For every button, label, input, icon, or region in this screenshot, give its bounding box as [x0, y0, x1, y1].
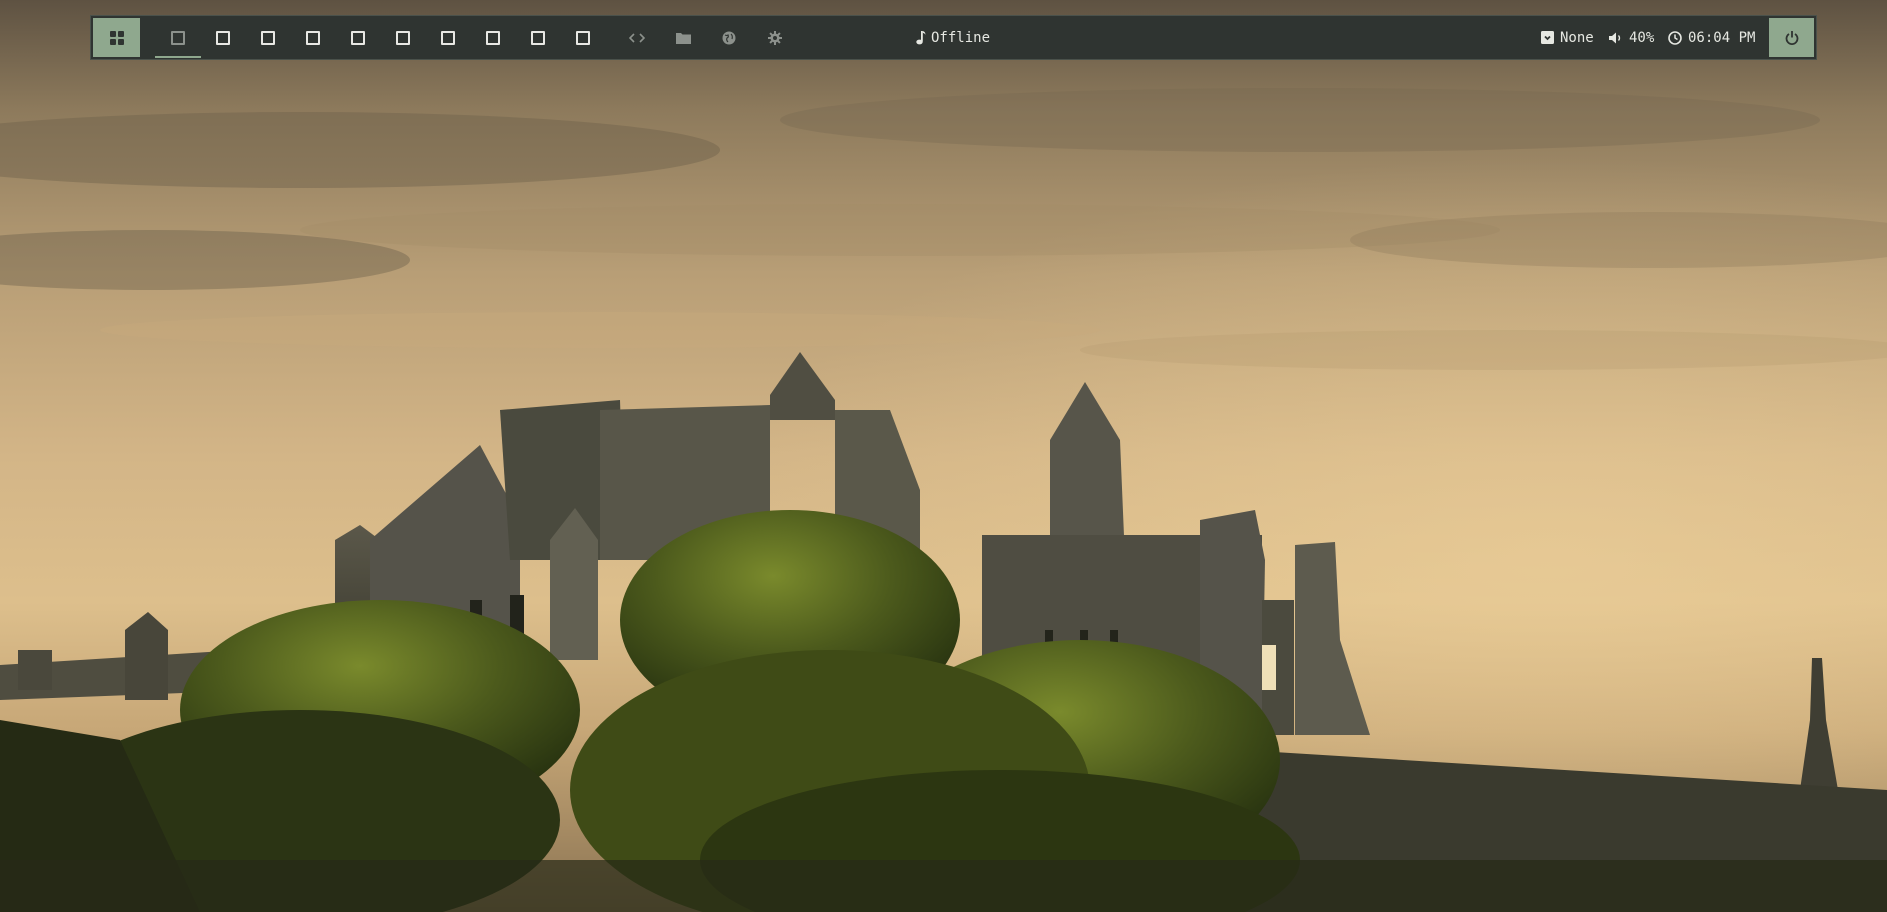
power-button[interactable]: [1769, 18, 1814, 57]
settings-button[interactable]: [759, 16, 791, 59]
grid-icon: [109, 30, 124, 45]
gear-icon: [768, 30, 782, 45]
workspace-10[interactable]: [561, 16, 605, 59]
clock-time: 06:04 PM: [1688, 29, 1756, 46]
wallpaper: [0, 0, 1887, 912]
updates-widget[interactable]: None: [1541, 16, 1594, 59]
file-manager-button[interactable]: [667, 16, 699, 59]
square-icon: [396, 30, 410, 45]
power-icon: [1785, 30, 1798, 45]
square-icon: [171, 30, 185, 45]
globe-icon: [722, 31, 736, 44]
desktop: Offline None 40% 06:04 PM: [0, 0, 1887, 912]
volume-widget[interactable]: 40%: [1609, 16, 1654, 59]
music-widget[interactable]: Offline: [916, 16, 990, 59]
square-icon: [531, 30, 545, 45]
square-icon: [351, 30, 365, 45]
code-editor-button[interactable]: [621, 16, 653, 59]
clock-icon: [1668, 30, 1682, 45]
code-icon: [629, 32, 645, 43]
workspace-2[interactable]: [201, 16, 245, 59]
volume-level: 40%: [1629, 29, 1655, 46]
square-icon: [576, 30, 590, 45]
music-status: Offline: [931, 29, 991, 46]
square-icon: [486, 30, 500, 45]
square-icon: [261, 30, 275, 45]
square-icon: [441, 30, 455, 45]
updates-status: None: [1560, 29, 1594, 46]
folder-icon: [675, 32, 691, 44]
clock-widget[interactable]: 06:04 PM: [1668, 16, 1755, 59]
package-icon: [1541, 31, 1554, 44]
speaker-icon: [1609, 32, 1621, 43]
launcher-button[interactable]: [93, 18, 140, 57]
workspace-9[interactable]: [516, 16, 560, 59]
browser-button[interactable]: [713, 16, 745, 59]
workspace-4[interactable]: [291, 16, 335, 59]
top-bar: Offline None 40% 06:04 PM: [90, 15, 1817, 60]
workspace-6[interactable]: [381, 16, 425, 59]
square-icon: [306, 30, 320, 45]
workspace-7[interactable]: [426, 16, 470, 59]
workspace-3[interactable]: [246, 16, 290, 59]
workspace-8[interactable]: [471, 16, 515, 59]
workspace-1[interactable]: [155, 16, 201, 59]
square-icon: [216, 30, 230, 45]
workspace-5[interactable]: [336, 16, 380, 59]
music-note-icon: [916, 30, 926, 44]
